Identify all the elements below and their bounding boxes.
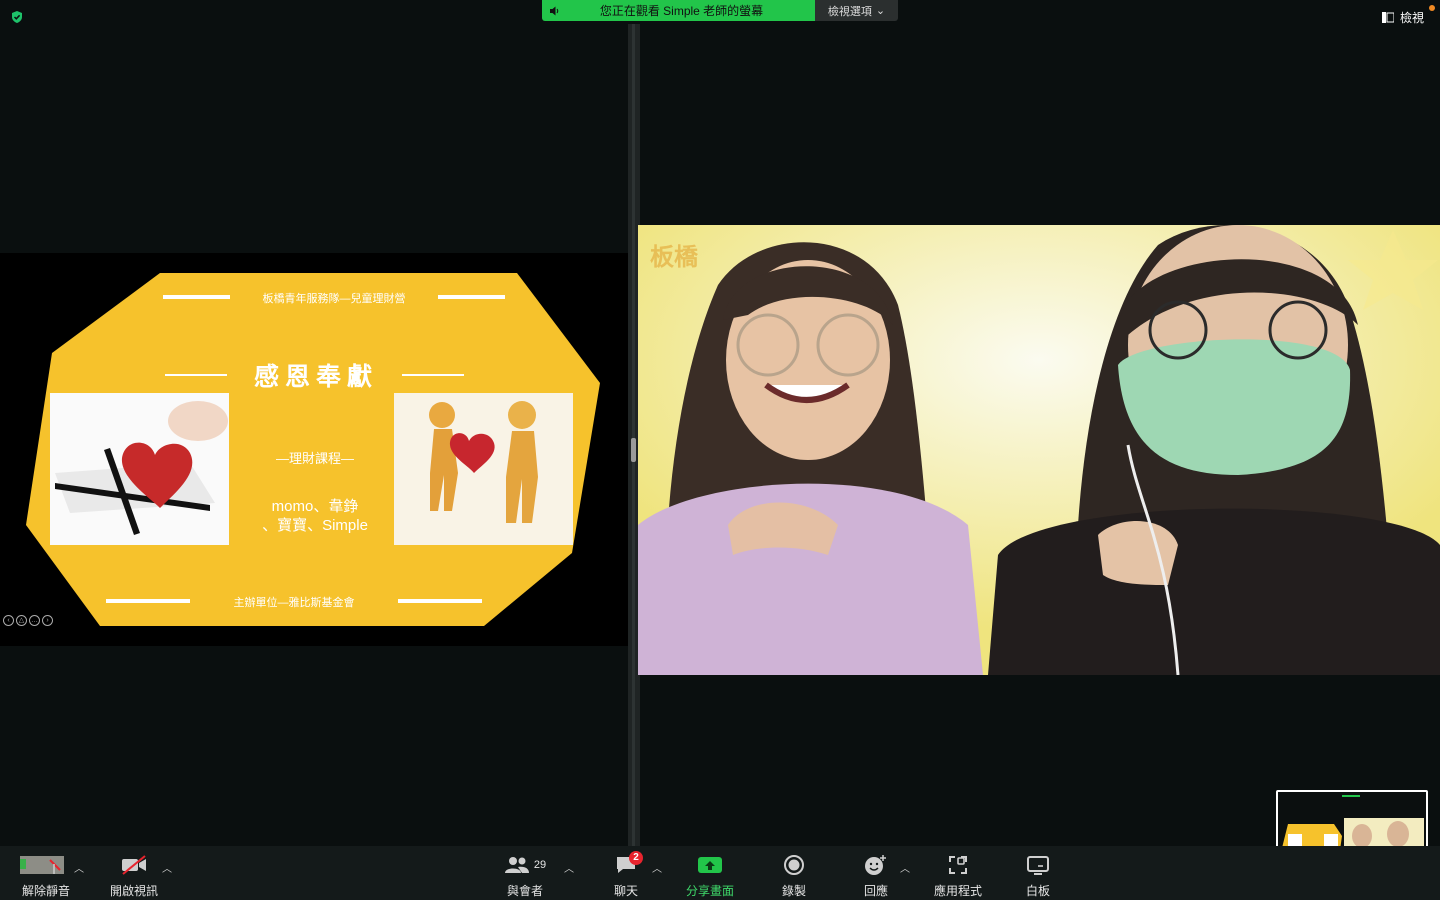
record-button[interactable]: 錄製 (774, 846, 814, 900)
reactions-label: 回應 (863, 884, 888, 898)
apps-label: 應用程式 (933, 884, 982, 898)
viewing-status: 您正在觀看 Simple 老師的螢幕 (542, 0, 815, 21)
notification-dot (1429, 5, 1435, 11)
mic-muted-icon (20, 854, 72, 876)
participants-icon (504, 857, 529, 873)
meeting-toolbar: 解除靜音 ︿ 開啟視訊 ︿ 29 與會者 ︿ 2 聊天 ︿ 分享畫面 錄製 回應… (0, 846, 1440, 900)
reactions-button[interactable]: 回應 (856, 846, 896, 900)
participants-options-caret[interactable]: ︿ (564, 860, 574, 875)
heart-donation-image (50, 393, 229, 545)
slide-subtitle: —理財課程— (275, 451, 354, 466)
share-screen-icon (697, 854, 723, 876)
viewing-status-text: 您正在觀看 Simple 老師的螢幕 (599, 4, 764, 18)
chat-options-caret[interactable]: ︿ (652, 860, 662, 875)
chevron-down-icon: ⌄ (875, 5, 886, 17)
chat-label: 聊天 (613, 884, 638, 898)
prev-slide-icon[interactable]: ‹ (3, 615, 14, 626)
audio-options-caret[interactable]: ︿ (74, 860, 84, 875)
start-video-button[interactable]: 開啟視訊 (104, 846, 164, 900)
unmute-button[interactable]: 解除靜音 (10, 846, 82, 900)
video-off-icon (120, 854, 148, 876)
share-screen-button[interactable]: 分享畫面 (680, 846, 740, 900)
participants-button[interactable]: 29 與會者 (500, 846, 550, 900)
slide-subtitle-text: 理財課程 (288, 451, 341, 466)
apps-button[interactable]: 應用程式 (928, 846, 988, 900)
reactions-options-caret[interactable]: ︿ (900, 860, 910, 875)
meeting-window: 您正在觀看 Simple 老師的螢幕 檢視選項 ⌄ 檢視 板橋青年服務隊—兒童理… (0, 0, 1440, 900)
chat-unread-badge: 2 (629, 851, 643, 865)
next-slide-icon[interactable]: › (42, 615, 53, 626)
slide-nav-controls: ‹ △ … › (3, 615, 53, 626)
participants-count: 29 (533, 859, 547, 871)
participants-icon-wrap: 29 (504, 854, 546, 876)
participants-label: 與會者 (506, 884, 543, 898)
view-button[interactable]: 檢視 (1381, 9, 1424, 26)
unmute-label: 解除靜音 (21, 884, 70, 898)
share-screen-label: 分享畫面 (685, 884, 734, 898)
chat-button[interactable]: 2 聊天 (606, 846, 646, 900)
slide-host: 主辦單位—雅比斯基金會 (233, 597, 355, 609)
pen-tool-icon[interactable]: △ (16, 615, 27, 626)
participants-video-feed (638, 225, 1440, 675)
start-video-label: 開啟視訊 (109, 884, 158, 898)
slide-org-title: 板橋青年服務隊—兒童理財營 (262, 293, 406, 305)
view-options-button[interactable]: 檢視選項 ⌄ (815, 0, 898, 21)
apps-icon (947, 854, 969, 876)
more-options-icon[interactable]: … (29, 615, 40, 626)
record-label: 錄製 (781, 884, 806, 898)
slide-main-title: 感恩奉獻 (228, 357, 404, 393)
wall-sign-text: 板橋 (650, 244, 698, 271)
view-options-label: 檢視選項 (827, 5, 872, 18)
record-icon (783, 854, 805, 876)
slide-names-line2: 、寶寶、Simple (262, 517, 368, 534)
reactions-icon (864, 854, 888, 876)
view-layout-icon (1381, 12, 1394, 23)
screen-share-banner: 您正在觀看 Simple 老師的螢幕 檢視選項 ⌄ (542, 0, 898, 21)
view-button-label: 檢視 (1399, 11, 1424, 25)
whiteboard-button[interactable]: 白板 (1018, 846, 1058, 900)
chat-icon-wrap: 2 (615, 851, 643, 876)
slide-names-line1: momo、韋錚 (271, 498, 359, 515)
participant-video[interactable]: 板橋 (638, 225, 1440, 675)
video-options-caret[interactable]: ︿ (162, 860, 172, 875)
whiteboard-label: 白板 (1025, 884, 1050, 898)
whiteboard-icon (1026, 854, 1050, 876)
figures-heart-image (394, 393, 573, 545)
shared-screen: 板橋青年服務隊—兒童理財營 感恩奉獻 —理財課程— momo、韋錚 、寶寶、Si… (0, 253, 628, 646)
security-shield-icon[interactable] (10, 10, 24, 24)
split-divider-line (632, 24, 635, 846)
slide-main-title-text: 感恩奉獻 (253, 363, 378, 391)
divider-drag-handle[interactable] (631, 438, 636, 462)
speaker-icon (542, 5, 568, 17)
